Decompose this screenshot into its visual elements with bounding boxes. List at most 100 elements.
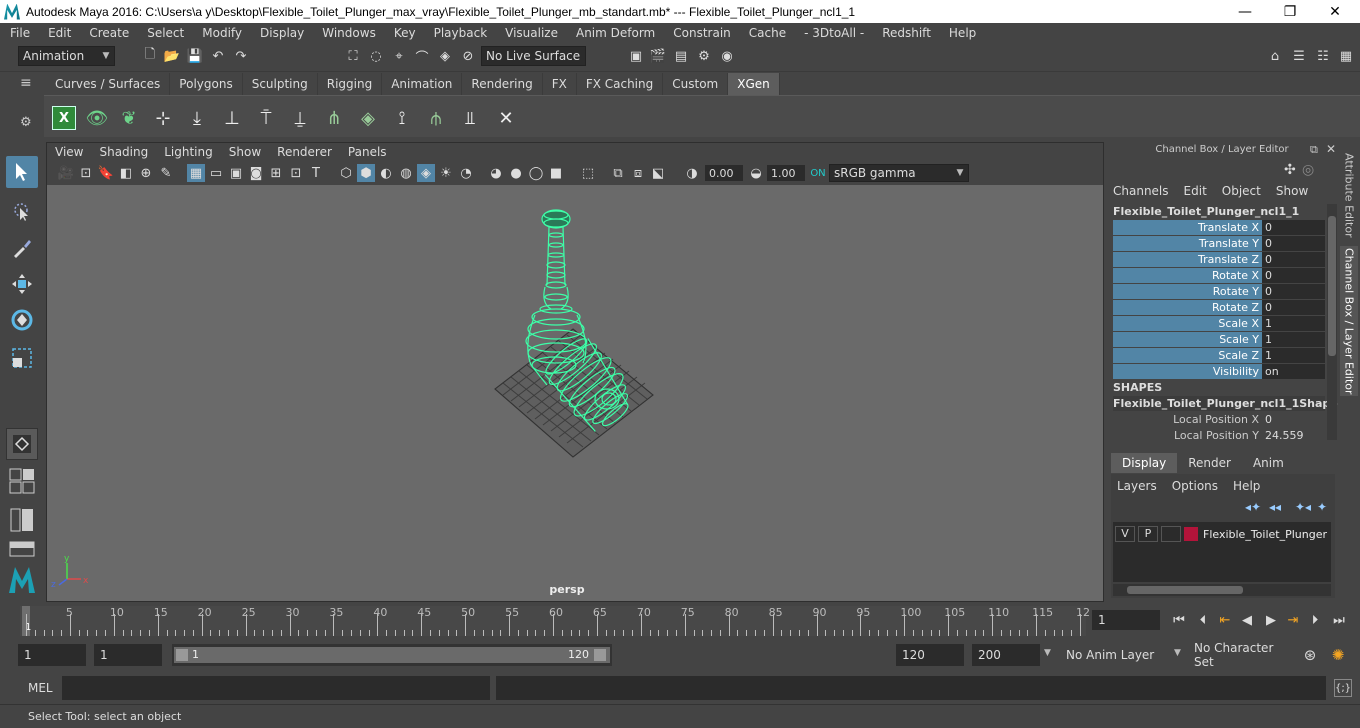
- color-space-dropdown[interactable]: sRGB gamma ▼: [829, 164, 969, 182]
- channel-value[interactable]: 0: [1262, 220, 1325, 235]
- save-scene-icon[interactable]: 💾: [186, 47, 204, 65]
- menu-display[interactable]: Display: [250, 26, 312, 40]
- xgen-leaf-icon[interactable]: ❦: [117, 106, 141, 130]
- channel-value[interactable]: on: [1262, 364, 1325, 379]
- menu-edit[interactable]: Edit: [38, 26, 79, 40]
- channel-rotate-z[interactable]: Rotate Z0: [1113, 300, 1325, 315]
- panel-menu-view[interactable]: View: [47, 145, 91, 159]
- tab-rigging[interactable]: Rigging: [317, 73, 383, 95]
- xgen-preview-icon[interactable]: 👁: [85, 106, 109, 130]
- xgen-guide-visibility-icon[interactable]: ⍑: [254, 106, 278, 130]
- shelf-settings-icon[interactable]: ⚙: [20, 115, 36, 131]
- xgen-place-guide-icon[interactable]: ⤓: [185, 106, 209, 130]
- new-scene-icon[interactable]: 🗋: [141, 47, 159, 65]
- channel-box-toggle-icon[interactable]: ▦: [1337, 47, 1355, 65]
- channel-rotate-y[interactable]: Rotate Y0: [1113, 284, 1325, 299]
- tab-xgen[interactable]: XGen: [728, 73, 780, 95]
- channel-visibility[interactable]: Visibility on: [1113, 364, 1325, 379]
- single-perspective-layout-icon[interactable]: [6, 428, 38, 460]
- snap-view-icon[interactable]: ⊘: [459, 47, 477, 65]
- 2d-pan-zoom-icon[interactable]: ⊕: [137, 164, 155, 182]
- image-plane-icon[interactable]: ◧: [117, 164, 135, 182]
- backface-culling-icon[interactable]: ⬕: [649, 164, 667, 182]
- layer-menu-options[interactable]: Options: [1172, 479, 1218, 493]
- menu-modify[interactable]: Modify: [192, 26, 250, 40]
- channel-value[interactable]: 0: [1262, 300, 1325, 315]
- xgen-layer-icon[interactable]: ◈: [356, 106, 380, 130]
- menu-windows[interactable]: Windows: [312, 26, 384, 40]
- render-view-icon[interactable]: ▣: [627, 47, 645, 65]
- layer-menu-layers[interactable]: Layers: [1117, 479, 1157, 493]
- layer-visibility-toggle[interactable]: V: [1115, 526, 1135, 542]
- close-button[interactable]: ✕: [1312, 0, 1358, 23]
- gate-mask-icon[interactable]: ◙: [247, 164, 265, 182]
- layer-move-down-icon[interactable]: ◂◂: [1269, 500, 1281, 514]
- smooth-shade-icon[interactable]: ⬢: [357, 164, 375, 182]
- shape-local-position-y[interactable]: Local Position Y 24.559: [1113, 428, 1325, 443]
- command-input[interactable]: [62, 676, 490, 700]
- xgen-bend-icon[interactable]: ⟟: [390, 106, 414, 130]
- menu-visualize[interactable]: Visualize: [495, 26, 566, 40]
- field-chart-icon[interactable]: ⊞: [267, 164, 285, 182]
- render-frame-icon[interactable]: 🎬: [649, 47, 667, 65]
- safe-action-icon[interactable]: ⊡: [287, 164, 305, 182]
- shape-local-position-x[interactable]: Local Position X0: [1113, 412, 1325, 427]
- tab-fx[interactable]: FX: [542, 73, 577, 95]
- tab-animation[interactable]: Animation: [382, 73, 463, 95]
- script-editor-icon[interactable]: {;}: [1334, 679, 1352, 697]
- textured-icon[interactable]: ◍: [397, 164, 415, 182]
- maximize-button[interactable]: ❐: [1267, 0, 1313, 23]
- camera-select-icon[interactable]: 🎥: [57, 164, 75, 182]
- four-view-layout-icon[interactable]: [6, 466, 38, 496]
- step-back-key-icon[interactable]: ⇤: [1216, 611, 1234, 629]
- modeling-toolkit-icon[interactable]: ☰: [1290, 47, 1308, 65]
- panel-layout-icon[interactable]: [6, 538, 38, 560]
- color-management-icon[interactable]: ON: [809, 164, 827, 182]
- xgen-grass-icon[interactable]: ⋔: [322, 106, 346, 130]
- paint-select-tool-icon[interactable]: [6, 232, 38, 264]
- menu-help[interactable]: Help: [939, 26, 984, 40]
- animation-preferences-icon[interactable]: ✺: [1328, 645, 1348, 665]
- perspective-viewport[interactable]: x y z persp: [47, 185, 1103, 601]
- layer-color-swatch[interactable]: [1184, 527, 1198, 541]
- xgen-delete-guide-icon[interactable]: ✕: [494, 106, 518, 130]
- workspace-icon[interactable]: ⌂: [1266, 47, 1284, 65]
- xgen-lock-guide-icon[interactable]: ⍊: [288, 106, 312, 130]
- resolution-gate-icon[interactable]: ▣: [227, 164, 245, 182]
- xray-joints-icon[interactable]: ⧉: [609, 164, 627, 182]
- grease-pencil-icon[interactable]: ✎: [157, 164, 175, 182]
- range-slider-handle[interactable]: 1 120: [174, 647, 610, 663]
- current-frame-field[interactable]: 1: [1092, 610, 1160, 630]
- play-forwards-icon[interactable]: ▶: [1262, 611, 1280, 629]
- open-scene-icon[interactable]: 📂: [163, 47, 181, 65]
- tab-render[interactable]: Render: [1177, 453, 1242, 473]
- layer-name[interactable]: Flexible_Toilet_Plunger: [1203, 528, 1327, 541]
- layer-move-up-icon[interactable]: ◂✦: [1245, 500, 1261, 514]
- new-layer-selected-icon[interactable]: ✦◂: [1295, 500, 1311, 514]
- layer-menu-help[interactable]: Help: [1233, 479, 1260, 493]
- channel-scale-x[interactable]: Scale X1: [1113, 316, 1325, 331]
- wireframe-on-shaded-icon[interactable]: ◐: [377, 164, 395, 182]
- playback-start-field[interactable]: 1: [94, 644, 162, 666]
- tab-channel-box-layer-editor[interactable]: Channel Box / Layer Editor: [1340, 246, 1358, 396]
- xgen-add-guide2-icon[interactable]: ⊥: [220, 106, 244, 130]
- layer-playback-toggle[interactable]: P: [1138, 526, 1158, 542]
- render-settings-icon[interactable]: ⚙: [695, 47, 713, 65]
- use-all-lights-icon[interactable]: ◈: [417, 164, 435, 182]
- channel-scrollbar-thumb[interactable]: [1328, 216, 1336, 356]
- axis-color-icon[interactable]: ✣: [1284, 162, 1296, 178]
- pin-icon[interactable]: ◎: [1302, 162, 1314, 178]
- xray-icon[interactable]: ⬚: [579, 164, 597, 182]
- ipr-render-icon[interactable]: ▤: [672, 47, 690, 65]
- animation-start-field[interactable]: 1: [18, 644, 86, 666]
- anti-aliasing-icon[interactable]: ●: [507, 164, 525, 182]
- channel-translate-x[interactable]: Translate X0: [1113, 220, 1325, 235]
- xray-active-icon[interactable]: ⧈: [629, 164, 647, 182]
- isolate-select-icon[interactable]: ■: [547, 164, 565, 182]
- layer-hscrollbar[interactable]: [1113, 584, 1331, 596]
- tab-sculpting[interactable]: Sculpting: [242, 73, 318, 95]
- channel-value[interactable]: 0: [1262, 252, 1325, 267]
- motion-blur-icon[interactable]: ◕: [487, 164, 505, 182]
- script-language-label[interactable]: MEL: [28, 681, 53, 695]
- attribute-editor-toggle-icon[interactable]: ☷: [1314, 47, 1332, 65]
